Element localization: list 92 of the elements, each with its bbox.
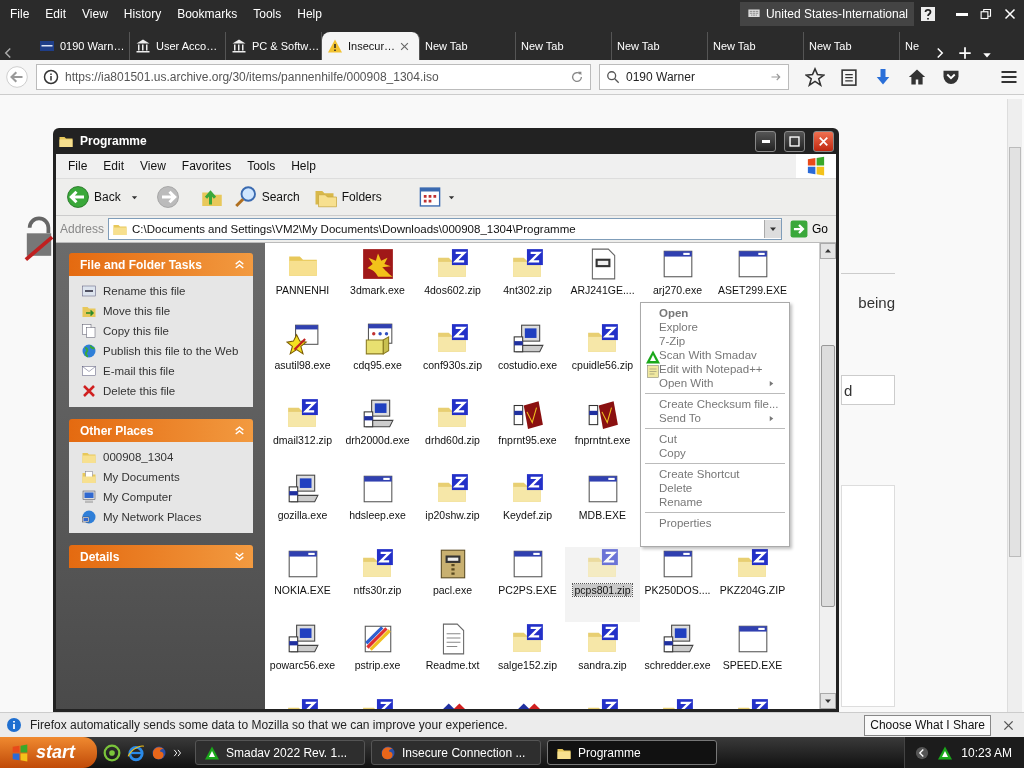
task-link[interactable]: 000908_1304 — [81, 449, 245, 465]
address-label: Address — [60, 222, 105, 236]
menu-item[interactable]: Favorites — [173, 159, 240, 173]
task-link[interactable]: E-mail this file — [81, 363, 245, 379]
task-link[interactable]: Copy this file — [81, 323, 245, 339]
context-menu-item[interactable]: Copy — [643, 446, 787, 460]
menu-item[interactable]: History — [115, 7, 170, 21]
directory-entry[interactable]: PK250DOS.... — [640, 547, 715, 622]
directory-entry[interactable]: cdq95.exe — [340, 322, 415, 397]
taskbar-button[interactable]: Insecure Connection ... — [371, 740, 541, 765]
context-menu-item[interactable]: Open — [643, 306, 787, 320]
directory-entry[interactable]: hdsleep.exe — [340, 472, 415, 547]
directory-entry[interactable]: powarc56.exe — [265, 622, 340, 697]
directory-entry[interactable]: PANNENHI — [265, 247, 340, 322]
menu-item[interactable]: File — [2, 7, 38, 21]
menu-item[interactable]: File — [60, 159, 96, 173]
directory-entry[interactable]: pacl.exe — [415, 547, 490, 622]
directory-entry[interactable]: salge152.zip — [490, 622, 565, 697]
context-menu-item[interactable]: Properties — [643, 516, 787, 530]
directory-entry[interactable]: pcps801.zip — [565, 547, 640, 622]
directory-entry[interactable]: gozilla.exe — [265, 472, 340, 547]
context-menu-item[interactable]: Rename — [643, 495, 787, 509]
context-menu-item[interactable]: Cut — [643, 432, 787, 446]
directory-entry[interactable]: 4nt302.zip — [490, 247, 565, 322]
context-menu-item[interactable]: Send To — [643, 411, 787, 425]
search-button[interactable]: Search — [229, 183, 304, 211]
directory-entry[interactable]: asutil98.exe — [265, 322, 340, 397]
menu-item[interactable]: Bookmarks — [169, 7, 246, 21]
context-menu-item[interactable]: Edit with Notepad++ — [643, 362, 787, 376]
menu-item[interactable]: Tools — [245, 7, 290, 21]
menu-item[interactable]: Edit — [37, 7, 75, 21]
directory-entry[interactable]: NOKIA.EXE — [265, 547, 340, 622]
task-link[interactable]: Delete this file — [81, 383, 245, 399]
task-link[interactable]: My Computer — [81, 489, 245, 505]
notification-text: Firefox automatically sends some data to Mozilla so that we can improve your experience. — [30, 718, 508, 732]
directory-entry[interactable]: PKZ204G.ZIP — [715, 547, 790, 622]
directory-entry[interactable]: drh2000d.exe — [340, 397, 415, 472]
clock: 10:23 AM — [961, 745, 1012, 760]
folders-button[interactable]: Folders — [309, 183, 386, 211]
keyboard-layout-indicator[interactable]: United States-International — [739, 2, 914, 26]
directory-entry[interactable]: conf930s.zip — [415, 322, 490, 397]
directory-entry[interactable]: cpuidle56.zip — [565, 322, 640, 397]
directory-entry[interactable]: 3dmark.exe — [340, 247, 415, 322]
directory-entry[interactable]: ARJ241GE.... — [565, 247, 640, 322]
context-menu-item[interactable]: Open With — [643, 376, 787, 390]
task-link[interactable]: Move this file — [81, 303, 245, 319]
directory-entry[interactable]: fnprntnt.exe — [565, 397, 640, 472]
directory-entry[interactable]: MDB.EXE — [565, 472, 640, 547]
directory-entry[interactable]: dmail312.zip — [265, 397, 340, 472]
context-menu-item[interactable]: Create Checksum file... — [643, 397, 787, 411]
task-link[interactable]: Publish this file to the Web — [81, 343, 245, 359]
back-button[interactable]: Back — [62, 183, 125, 211]
menu-item[interactable]: Edit — [95, 159, 133, 173]
menu-item[interactable]: Help — [283, 159, 324, 173]
address-field[interactable]: C:\Documents and Settings\VM2\My Documents\Downloads\000908_1304\Programme — [108, 218, 782, 240]
directory-entry[interactable]: SPEED.EXE — [715, 622, 790, 697]
directory-entry[interactable]: ip20shw.zip — [415, 472, 490, 547]
task-link[interactable]: My Documents — [81, 469, 245, 485]
menu-item[interactable]: View — [132, 159, 174, 173]
directory-entry[interactable]: sandra.zip — [565, 622, 640, 697]
directory-entry[interactable]: drhd60d.zip — [415, 397, 490, 472]
task-link[interactable]: My Network Places — [81, 509, 245, 525]
context-menu-item[interactable]: Delete — [643, 481, 787, 495]
choose-what-i-share-button[interactable]: Choose What I Share — [864, 714, 991, 736]
taskbar-button[interactable]: Smadav 2022 Rev. 1... — [195, 740, 365, 765]
context-menu-item[interactable]: Create Shortcut — [643, 467, 787, 481]
window-title: Programme — [80, 134, 147, 148]
page-button[interactable]: d — [841, 375, 895, 405]
search-field[interactable]: 0190 Warner — [599, 64, 789, 90]
menu-item[interactable]: View — [74, 7, 116, 21]
directory-entry[interactable]: ntfs30r.zip — [340, 547, 415, 622]
menu-item[interactable]: Tools — [239, 159, 284, 173]
context-menu-item[interactable]: Scan With Smadav — [643, 348, 787, 362]
browser-tab[interactable]: Ne — [900, 32, 934, 60]
taskbar-button[interactable]: Programme — [547, 740, 717, 765]
directory-entry[interactable]: 4dos602.zip — [415, 247, 490, 322]
task-link[interactable]: Rename this file — [81, 283, 245, 299]
directory-entry[interactable]: schredder.exe — [640, 622, 715, 697]
browser-tab[interactable]: Insecur… — [322, 32, 420, 60]
directory-entry[interactable]: Readme.txt — [415, 622, 490, 697]
page-text: being — [858, 294, 895, 311]
menu-item[interactable]: Help — [289, 7, 330, 21]
go-button[interactable]: Go — [786, 220, 832, 238]
address-bar[interactable]: https://ia801501.us.archive.org/30/items/pannenhilfe/000908_1304.iso — [36, 64, 591, 90]
directory-entry[interactable]: Keydef.zip — [490, 472, 565, 547]
context-menu-item[interactable]: 7-Zip — [643, 334, 787, 348]
directory-entry[interactable]: fnprnt95.exe — [490, 397, 565, 472]
context-menu-item[interactable]: Explore — [643, 320, 787, 334]
directory-entry[interactable]: costudio.exe — [490, 322, 565, 397]
directory-entry[interactable]: PC2PS.EXE — [490, 547, 565, 622]
start-button[interactable]: start — [0, 737, 97, 768]
directory-entry[interactable]: pstrip.exe — [340, 622, 415, 697]
